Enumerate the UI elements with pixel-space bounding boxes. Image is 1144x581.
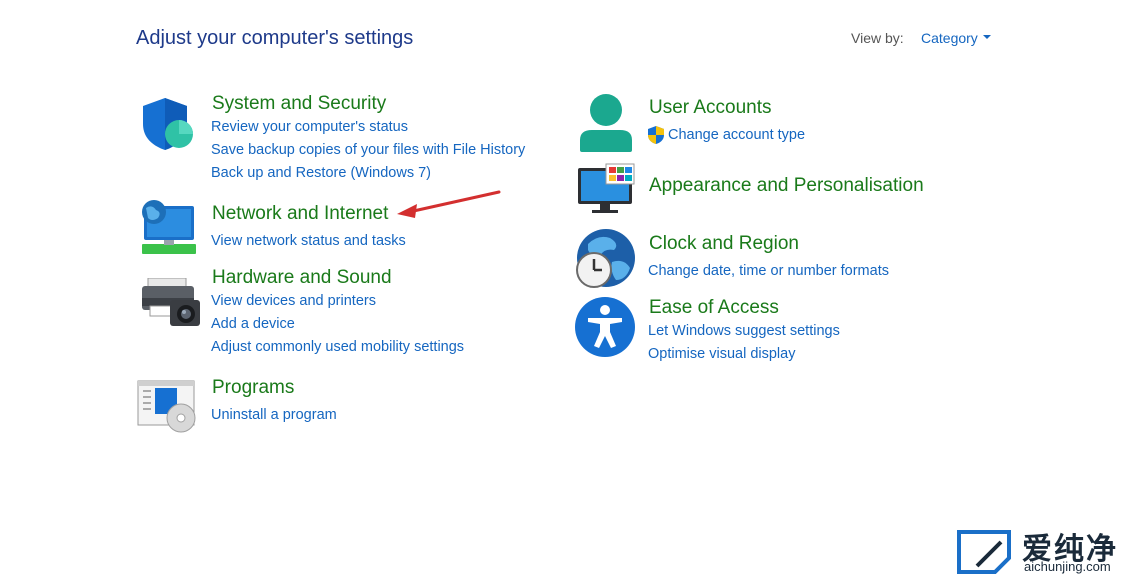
view-by-dropdown[interactable]: Category [921, 30, 991, 46]
network-icon [138, 200, 198, 263]
user-accounts-icon [576, 92, 636, 159]
link-uninstall-program[interactable]: Uninstall a program [211, 407, 337, 423]
page-title: Adjust your computer's settings [136, 27, 414, 49]
category-heading-system-security[interactable]: System and Security [212, 93, 386, 115]
watermark-logo-icon [955, 528, 1013, 581]
category-heading-user-accounts[interactable]: User Accounts [649, 97, 772, 119]
link-devices-printers[interactable]: View devices and printers [211, 293, 376, 309]
programs-icon [137, 380, 199, 439]
link-backup-restore[interactable]: Back up and Restore (Windows 7) [211, 165, 431, 181]
appearance-icon [576, 162, 638, 221]
link-review-status[interactable]: Review your computer's status [211, 119, 408, 135]
view-by-value: Category [921, 30, 978, 46]
category-heading-clock-region[interactable]: Clock and Region [649, 233, 799, 255]
category-heading-ease-of-access[interactable]: Ease of Access [649, 297, 779, 319]
link-file-history[interactable]: Save backup copies of your files with Fi… [211, 142, 525, 158]
category-heading-hardware-sound[interactable]: Hardware and Sound [212, 267, 392, 289]
link-change-account-type[interactable]: Change account type [668, 127, 805, 143]
printer-icon [140, 277, 202, 333]
category-heading-network-internet[interactable]: Network and Internet [212, 203, 388, 225]
link-date-time-formats[interactable]: Change date, time or number formats [648, 263, 889, 279]
category-heading-programs[interactable]: Programs [212, 377, 294, 399]
link-windows-suggest[interactable]: Let Windows suggest settings [648, 323, 840, 339]
shield-icon [139, 96, 195, 157]
link-network-status[interactable]: View network status and tasks [211, 233, 406, 249]
annotation-arrow-icon [395, 190, 505, 225]
category-heading-appearance[interactable]: Appearance and Personalisation [649, 175, 924, 197]
link-add-device[interactable]: Add a device [211, 316, 295, 332]
link-mobility-settings[interactable]: Adjust commonly used mobility settings [211, 339, 464, 355]
uac-shield-icon [647, 126, 665, 149]
accessibility-icon [574, 296, 636, 363]
link-optimise-visual[interactable]: Optimise visual display [648, 346, 795, 362]
watermark-url: aichunjing.com [1024, 559, 1111, 574]
clock-region-icon [574, 228, 636, 295]
view-by-label: View by: [851, 30, 904, 46]
chevron-down-icon [982, 35, 991, 40]
